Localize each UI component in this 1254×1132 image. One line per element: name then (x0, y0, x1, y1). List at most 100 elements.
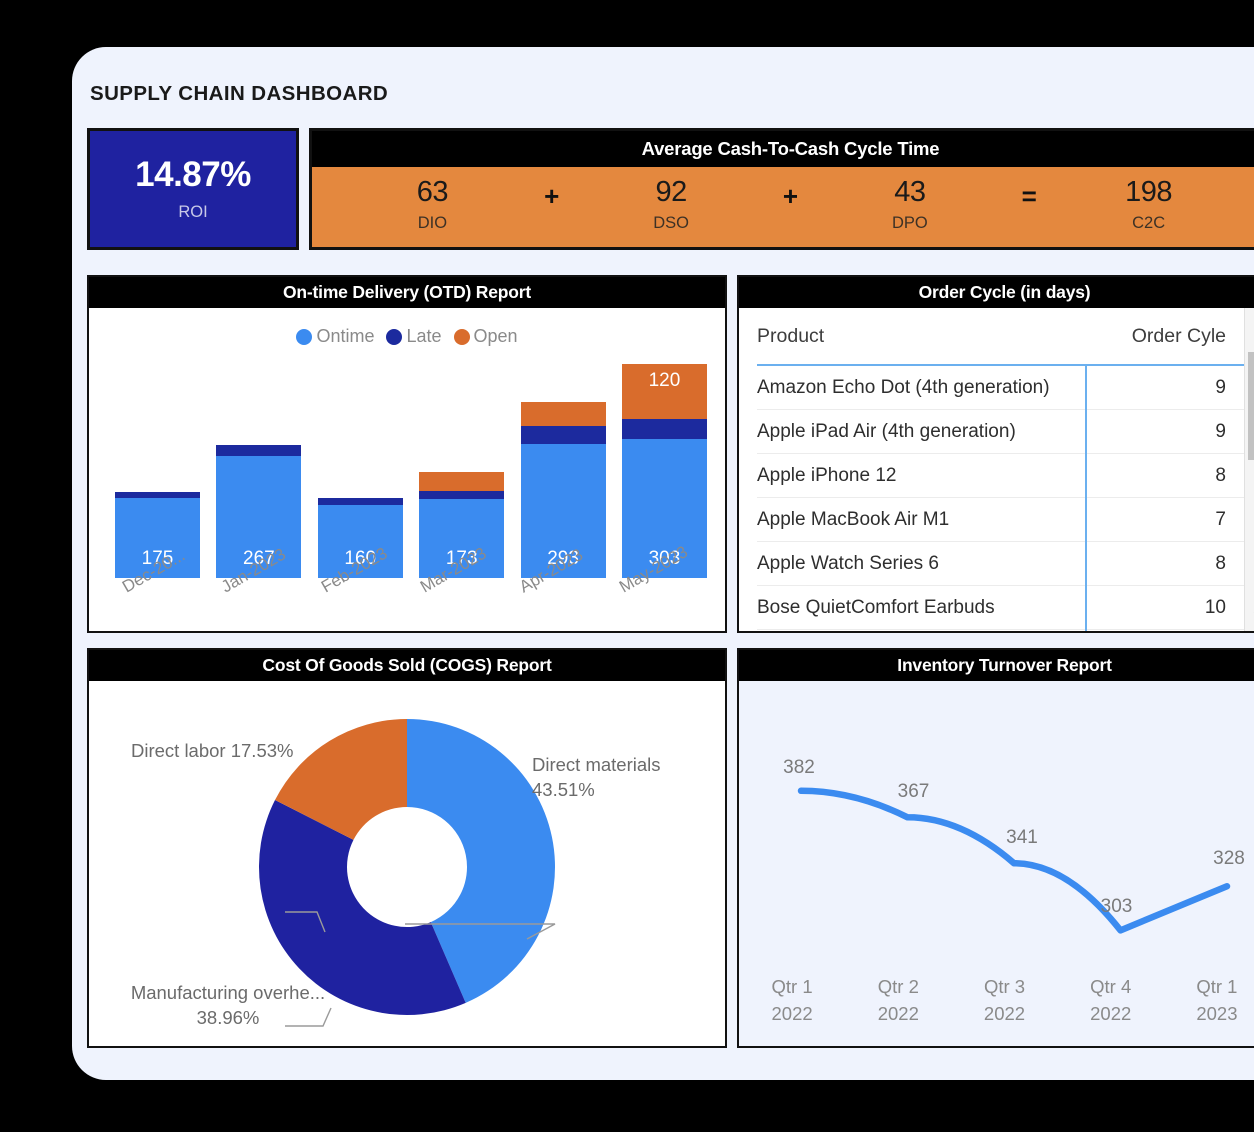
panel-order-cycle-title: Order Cycle (in days) (739, 277, 1254, 308)
cell-order-cycle: 8 (1215, 464, 1226, 486)
cell-product: Apple iPhone 12 (757, 464, 897, 486)
cash-to-cash-body: 63 DIO + 92 DSO + 43 DPO = 198 C2C (312, 167, 1254, 247)
table-row[interactable]: Apple iPhone 12 8 (757, 454, 1244, 498)
bar-column[interactable]: 293 (520, 363, 606, 578)
x-axis-tick-line: Qtr 1 (771, 975, 813, 997)
bar-segment-open[interactable] (520, 401, 606, 426)
legend-item-open[interactable]: Open (453, 326, 518, 347)
kpi-dio: 63 DIO (342, 175, 523, 233)
x-axis-tick-label: Qtr 1 2023 (1164, 973, 1254, 1029)
bar-segment-open[interactable] (419, 472, 505, 491)
table-row[interactable]: Bose QuietComfort Earbuds 10 (757, 586, 1244, 630)
table-body: Amazon Echo Dot (4th generation) 9 Apple i… (757, 366, 1244, 630)
bar-column[interactable]: 173 (419, 363, 505, 578)
bar-column[interactable]: 160 (317, 363, 403, 578)
kpi-dso-label: DSO (653, 213, 689, 232)
bar-column[interactable]: 267 (216, 363, 302, 578)
table-column-divider (1085, 364, 1087, 631)
x-axis-tick-line: 2022 (877, 1003, 919, 1025)
table-row[interactable]: Apple Watch Series 6 8 (757, 542, 1244, 586)
line-data-label: 328 (1213, 848, 1245, 870)
bar-segment-open[interactable]: 120 (621, 363, 707, 419)
otd-chart-legend: Ontime Late Open (89, 326, 725, 347)
bar-segment-late[interactable] (621, 418, 707, 440)
bar-segment-late[interactable] (419, 490, 505, 499)
panel-cogs-body: Direct materials 43.51% Direct labor 17.… (89, 681, 725, 1046)
cell-product: Apple Watch Series 6 (757, 552, 939, 574)
x-axis-tick-label: Qtr 2 2022 (845, 973, 951, 1029)
scrollbar-track[interactable] (1245, 338, 1254, 601)
cell-product: Apple MacBook Air M1 (757, 508, 950, 530)
cogs-label-direct-materials: Direct materials 43.51% (532, 754, 661, 800)
panel-inventory-body: 382 367 341 303 328 Qtr 1 2022 Qtr 2 2022 Qtr 3 2… (739, 681, 1254, 1046)
cash-to-cash-tile[interactable]: Average Cash-To-Cash Cycle Time 63 DIO +… (309, 128, 1254, 250)
bar-segment-late[interactable] (520, 425, 606, 444)
legend-label: Late (406, 326, 442, 346)
legend-label: Ontime (316, 326, 375, 346)
bar-column[interactable]: 175 (115, 363, 200, 578)
kpi-dio-value: 63 (416, 175, 449, 208)
page-title: SUPPLY CHAIN DASHBOARD (90, 82, 389, 105)
legend-swatch-icon (386, 328, 403, 345)
column-header-order-cycle[interactable]: Order Cyle (1104, 325, 1244, 348)
legend-label: Open (473, 326, 518, 346)
panel-otd-body: Ontime Late Open 175 267 160 173 293 120 303 Dec… (89, 308, 725, 631)
order-cycle-table: Product Order Cyle Amazon Echo Dot (4th … (739, 308, 1254, 631)
bar-column[interactable]: 120 303 (621, 363, 707, 578)
cell-order-cycle: 7 (1215, 508, 1226, 530)
kpi-dpo: 43 DPO (820, 177, 1001, 233)
cell-product: Amazon Echo Dot (4th generation) (757, 376, 1050, 398)
legend-swatch-icon (296, 328, 313, 345)
panel-otd-report: On-time Delivery (OTD) Report Ontime Late… (87, 275, 727, 633)
x-axis-tick-line: 2022 (771, 1003, 813, 1025)
panel-cogs-report: Cost Of Goods Sold (COGS) Report Direct … (87, 648, 727, 1048)
legend-item-late[interactable]: Late (386, 326, 442, 347)
inventory-x-axis: Qtr 1 2022 Qtr 2 2022 Qtr 3 2022 Qtr 4 2022 Qtr … (739, 973, 1254, 1029)
kpi-c2c: 198 C2C (1058, 175, 1239, 233)
x-axis-tick-label: Qtr 1 2022 (739, 973, 845, 1029)
x-axis-tick-line: 2022 (1090, 1003, 1132, 1025)
roi-label: ROI (178, 202, 208, 221)
cell-product: Apple iPad Air (4th generation) (757, 420, 1016, 442)
panel-inventory-title: Inventory Turnover Report (739, 650, 1254, 681)
otd-x-axis: Dec-20... Jan-2023 Feb-2023 Mar-2023 Apr-202… (115, 542, 707, 631)
dashboard-card: SUPPLY CHAIN DASHBOARD 14.87% ROI Averag… (72, 47, 1254, 1080)
x-axis-tick-line: 2022 (983, 1003, 1026, 1025)
cash-to-cash-title: Average Cash-To-Cash Cycle Time (312, 131, 1254, 167)
bar-segment-late[interactable] (317, 497, 403, 505)
x-axis-tick-line: Qtr 3 (983, 975, 1026, 997)
cogs-label-manufacturing-overhead: Manufacturing overhe... 38.96% (130, 982, 326, 1028)
legend-swatch-icon (453, 328, 470, 345)
table-header-row: Product Order Cyle (757, 308, 1244, 366)
operator-equals: = (1021, 180, 1037, 211)
operator-plus-1: + (544, 180, 560, 211)
x-axis-tick-line: 2023 (1196, 1003, 1238, 1025)
column-header-product[interactable]: Product (757, 325, 1104, 348)
x-axis-tick-label: Qtr 3 2022 (951, 973, 1057, 1029)
x-axis-tick-line: Qtr 2 (877, 975, 919, 997)
legend-item-ontime[interactable]: Ontime (296, 326, 374, 347)
scrollbar-thumb[interactable] (1248, 352, 1254, 460)
panel-order-cycle: Order Cycle (in days) Product Order Cyle… (737, 275, 1254, 633)
roi-tile[interactable]: 14.87% ROI (87, 128, 299, 250)
table-row[interactable]: Apple MacBook Air M1 7 (757, 498, 1244, 542)
cell-order-cycle: 8 (1215, 552, 1226, 574)
line-data-label: 382 (783, 756, 815, 778)
operator-plus-2: + (782, 180, 799, 211)
table-row[interactable]: Apple iPad Air (4th generation) 9 (757, 410, 1244, 454)
otd-bar-group: 175 267 160 173 293 120 303 (115, 363, 707, 578)
line-data-label: 341 (1006, 827, 1038, 849)
panel-order-cycle-body: Product Order Cyle Amazon Echo Dot (4th … (739, 308, 1254, 631)
x-axis-tick-line: Qtr 1 (1196, 975, 1238, 997)
table-row[interactable]: Amazon Echo Dot (4th generation) 9 (757, 366, 1244, 410)
x-axis-tick-label: Qtr 4 2022 (1058, 973, 1164, 1029)
bar-segment-late[interactable] (216, 445, 302, 456)
kpi-dio-label: DIO (417, 213, 448, 232)
panel-inventory-turnover: Inventory Turnover Report 382 367 341 303 32… (737, 648, 1254, 1048)
cell-order-cycle: 9 (1215, 376, 1226, 398)
panel-cogs-title: Cost Of Goods Sold (COGS) Report (89, 650, 725, 681)
inventory-line-series[interactable] (797, 787, 1231, 934)
table-scrollbar[interactable]: ^ ˅ (1244, 308, 1254, 631)
cell-order-cycle: 9 (1215, 420, 1226, 442)
kpi-c2c-value: 198 (1125, 175, 1173, 208)
